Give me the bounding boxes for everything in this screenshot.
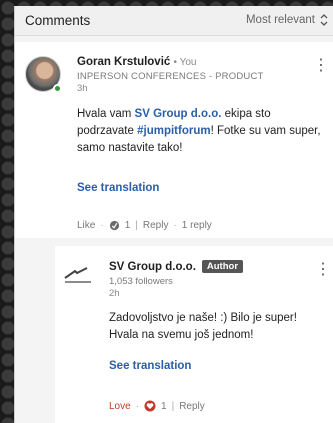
author-name: SV Group d.o.o. [109, 260, 196, 273]
sort-label: Most relevant [245, 14, 315, 26]
comments-header: Comments Most relevant [15, 6, 333, 36]
comments-title: Comments [25, 13, 91, 28]
reaction-count[interactable]: 1 [125, 220, 131, 231]
you-tag: • You [173, 57, 197, 68]
followers-count: 1,053 followers [109, 276, 173, 287]
separator: · [135, 400, 140, 412]
reply-count[interactable]: 1 reply [182, 220, 212, 231]
love-button[interactable]: Love [109, 401, 131, 412]
comment-author[interactable]: Goran Krstulović • You [77, 56, 197, 68]
reaction-count[interactable]: 1 [161, 401, 167, 412]
comment-text: Hvala vam SV Group d.o.o. ekipa sto podr… [77, 106, 322, 157]
comment-actions: Like · 1 | Reply · 1 reply [77, 220, 212, 231]
separator: · [100, 220, 104, 231]
reply-author[interactable]: SV Group d.o.o. Author [109, 260, 244, 273]
separator: | [171, 400, 175, 412]
comments-panel: Comments Most relevant Goran Krstulović … [14, 6, 333, 423]
clap-reaction-icon [109, 220, 120, 231]
reply-time: 2h [109, 288, 120, 299]
author-name: Goran Krstulović [77, 56, 171, 68]
reply-item: SV Group d.o.o. Author 1,053 followers 2… [55, 246, 333, 423]
reply-actions: Love · 1 | Reply [109, 400, 205, 412]
reply-button[interactable]: Reply [143, 220, 169, 231]
like-button[interactable]: Like [77, 220, 95, 231]
separator: | [135, 220, 138, 231]
company-logo-icon[interactable] [61, 262, 95, 288]
heart-reaction-icon [144, 400, 156, 412]
reply-button[interactable]: Reply [179, 401, 205, 412]
sort-arrows-icon [320, 14, 328, 26]
online-status-icon [53, 84, 62, 93]
comment-time: 3h [77, 83, 88, 94]
comment-text-part: Hvala vam [77, 108, 135, 120]
hashtag-link[interactable]: #jumpitforum [137, 125, 210, 137]
author-badge: Author [201, 260, 244, 273]
more-options-icon[interactable]: ⋮ [315, 262, 331, 278]
comment-item: Goran Krstulović • You INPERSON CONFEREN… [15, 42, 333, 238]
separator: · [173, 220, 177, 231]
reply-text: Zadovoljstvo je naše! :) Bilo je super! … [109, 312, 297, 341]
sort-dropdown[interactable]: Most relevant [246, 14, 328, 26]
more-options-icon[interactable]: ⋮ [313, 58, 329, 74]
see-translation-link[interactable]: See translation [109, 360, 191, 372]
author-headline: INPERSON CONFERENCES - PRODUCT [77, 71, 264, 82]
see-translation-link[interactable]: See translation [77, 182, 159, 194]
mention-link[interactable]: SV Group d.o.o. [135, 108, 222, 120]
